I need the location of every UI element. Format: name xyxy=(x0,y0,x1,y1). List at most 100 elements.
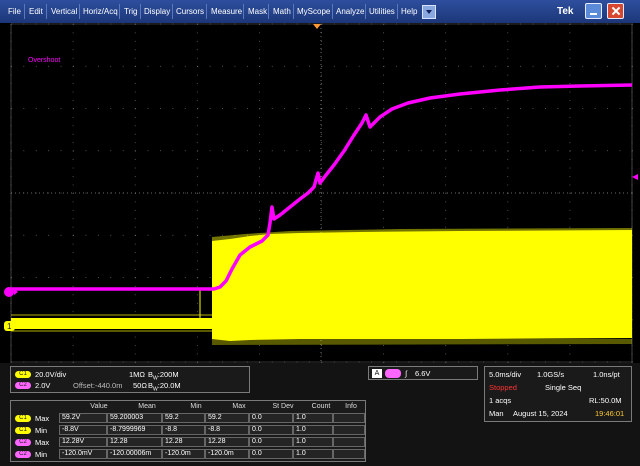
menu-file[interactable]: File xyxy=(8,4,21,20)
table-cell-max: 59.2 xyxy=(205,413,249,423)
table-cell-stdev: 0.0 xyxy=(249,449,293,459)
ch1-scale: 20.0V/div xyxy=(35,370,67,379)
table-cell-info xyxy=(333,437,365,447)
table-cell-min: 59.2 xyxy=(162,413,205,423)
column-header: Count xyxy=(311,403,331,410)
menu-separator xyxy=(268,4,269,19)
table-cell-mean: 59.200003 xyxy=(107,413,162,423)
measurement-type: Min xyxy=(35,450,48,459)
menu-trig[interactable]: Trig xyxy=(124,4,137,20)
ch1-impedance: 1MΩ xyxy=(129,370,146,379)
channel-badge: C2 xyxy=(15,439,31,446)
table-cell-value: 59.2V xyxy=(59,413,107,423)
menu-utilities[interactable]: Utilities xyxy=(369,4,395,20)
table-cell-count: 1.0 xyxy=(293,413,333,423)
channel-badge: C1 xyxy=(15,415,31,422)
ch1-marker-label: 1 xyxy=(7,322,12,331)
menu-separator xyxy=(119,4,120,19)
ch2-impedance: 50Ω xyxy=(133,381,147,390)
trigger-level: 6.6V xyxy=(415,369,431,378)
timebase: 5.0ms/div xyxy=(489,370,522,379)
menu-separator xyxy=(46,4,47,19)
table-row[interactable]: C2 Min -120.0mV -120.00006m -120.0m -120.0m 0.… xyxy=(11,449,367,460)
menu-math[interactable]: Math xyxy=(273,4,291,20)
acquisition-readout[interactable]: 5.0ms/div 1.0GS/s 1.0ns/pt Stopped Singl… xyxy=(484,366,632,422)
menu-vertical[interactable]: Vertical xyxy=(51,4,77,20)
table-row[interactable]: C1 Max 59.2V 59.200003 59.2 59.2 0.0 1.0 xyxy=(11,413,367,424)
ch1-ground-marker[interactable]: 1 xyxy=(4,321,15,331)
menu-edit[interactable]: Edit xyxy=(29,4,43,20)
resolution: 1.0ns/pt xyxy=(593,370,620,379)
table-cell-stdev: 0.0 xyxy=(249,437,293,447)
table-cell-stdev: 0.0 xyxy=(249,425,293,435)
record-length: RL:50.0M xyxy=(589,396,622,405)
menu-separator xyxy=(365,4,366,19)
minimize-icon[interactable] xyxy=(585,3,602,19)
column-header: Max xyxy=(232,403,246,410)
ch1-bw-value: :200M xyxy=(157,370,179,379)
ch2-bandwidth: BW:20.0M xyxy=(148,381,181,395)
column-header: Mean xyxy=(138,403,156,410)
ch2-badge: C2 xyxy=(15,382,31,389)
ch2-bw-value: :20.0M xyxy=(157,381,181,390)
table-row[interactable]: C1 Min -8.8V -8.7999969 -8.8 -8.8 0.0 1.0 xyxy=(11,425,367,436)
table-cell-value: -120.0mV xyxy=(59,449,107,459)
table-cell-count: 1.0 xyxy=(293,449,333,459)
channel-badge: C1 xyxy=(15,427,31,434)
close-icon[interactable] xyxy=(607,3,624,19)
menu-separator xyxy=(172,4,173,19)
table-cell-min: -8.8 xyxy=(162,425,205,435)
table-cell-info xyxy=(333,413,365,423)
ch2-offset: Offset:-440.0m xyxy=(73,381,123,390)
table-cell-mean: -120.00006m xyxy=(107,449,162,459)
menu-separator xyxy=(293,4,294,19)
menu-mask[interactable]: Mask xyxy=(248,4,267,20)
table-cell-min: -120.0m xyxy=(162,449,205,459)
menu-horiz-acq[interactable]: Horiz/Acq xyxy=(83,4,118,20)
menu-separator xyxy=(140,4,141,19)
table-cell-stdev: 0.0 xyxy=(249,413,293,423)
trigger-slope-icon: ∫ xyxy=(405,369,408,378)
menu-measure[interactable]: Measure xyxy=(211,4,242,20)
measurement-type: Max xyxy=(35,438,50,447)
menu-separator xyxy=(206,4,207,19)
trigger-readout[interactable]: A ∫ 6.6V xyxy=(368,366,478,380)
table-cell-mean: -8.7999969 xyxy=(107,425,162,435)
acquisition-mode: Single Seq xyxy=(545,383,582,392)
table-cell-max: 12.28 xyxy=(205,437,249,447)
date: August 15, 2024 xyxy=(513,409,568,418)
ch1-badge: C1 xyxy=(15,371,31,378)
trigger-source: A xyxy=(372,369,382,378)
menu-separator xyxy=(332,4,333,19)
channel-readout[interactable]: C1 20.0V/div 1MΩ BW:200M C2 2.0V Offset:… xyxy=(10,366,250,393)
clock-time: 19:46:01 xyxy=(595,409,625,418)
acquisition-status: Stopped xyxy=(489,383,517,392)
trigger-channel-swatch xyxy=(385,369,401,378)
menu-separator xyxy=(79,4,80,19)
measurement-table[interactable]: Value Mean Min Max St Dev Count Info C1 M… xyxy=(10,400,366,462)
table-cell-value: -8.8V xyxy=(59,425,107,435)
date-day: Man xyxy=(489,409,504,418)
table-cell-info xyxy=(333,425,365,435)
table-row[interactable]: C2 Max 12.28V 12.28 12.28 12.28 0.0 1.0 xyxy=(11,437,367,448)
table-cell-info xyxy=(333,449,365,459)
waveform-display[interactable]: 1 Overshoot xyxy=(0,23,640,363)
menu-help[interactable]: Help xyxy=(401,4,417,20)
menu-separator xyxy=(397,4,398,19)
overshoot-label: Overshoot xyxy=(28,57,60,64)
chevron-down-icon[interactable] xyxy=(422,5,436,19)
column-header: St Dev xyxy=(272,403,294,410)
table-cell-value: 12.28V xyxy=(59,437,107,447)
column-header: Value xyxy=(90,403,108,410)
table-cell-max: -8.8 xyxy=(205,425,249,435)
menu-myscope[interactable]: MyScope xyxy=(297,4,330,20)
status-area: C1 20.0V/div 1MΩ BW:200M C2 2.0V Offset:… xyxy=(0,363,640,466)
menu-display[interactable]: Display xyxy=(144,4,170,20)
menu-analyze[interactable]: Analyze xyxy=(336,4,364,20)
measurement-type: Max xyxy=(35,414,50,423)
table-cell-mean: 12.28 xyxy=(107,437,162,447)
menu-cursors[interactable]: Cursors xyxy=(176,4,204,20)
channel-badge: C2 xyxy=(15,451,31,458)
measurement-type: Min xyxy=(35,426,48,435)
table-cell-count: 1.0 xyxy=(293,437,333,447)
